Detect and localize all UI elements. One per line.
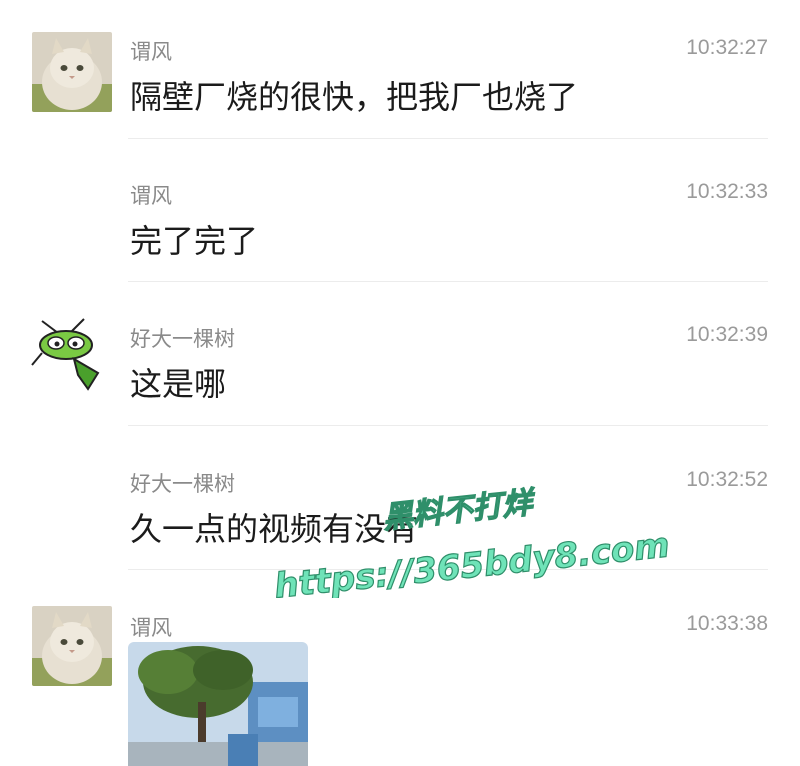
message-time: 10:32:33 <box>686 180 768 203</box>
cat-avatar-icon[interactable] <box>32 606 112 686</box>
chat-message: 谓风 10:33:38 <box>0 570 800 766</box>
message-text[interactable]: 隔壁厂烧的很快，把我厂也烧了 <box>130 72 578 118</box>
sender-name: 谓风 <box>130 40 172 64</box>
divider <box>128 281 768 282</box>
message-text[interactable]: 久一点的视频有没有 <box>130 504 418 550</box>
message-text[interactable]: 完了完了 <box>130 216 258 262</box>
message-time: 10:32:27 <box>686 36 768 59</box>
chat-message: 好大一棵树 10:32:52 久一点的视频有没有 <box>0 426 800 570</box>
message-time: 10:32:52 <box>686 468 768 491</box>
sender-name: 好大一棵树 <box>130 327 235 351</box>
message-time: 10:32:39 <box>686 323 768 346</box>
sender-name: 谓风 <box>130 184 172 208</box>
mantis-avatar-icon[interactable] <box>28 313 108 393</box>
divider <box>128 138 768 139</box>
message-text[interactable]: 这是哪 <box>130 359 226 405</box>
sender-name: 谓风 <box>130 616 172 640</box>
photo-thumbnail[interactable] <box>128 642 308 766</box>
cat-avatar-icon[interactable] <box>32 32 112 112</box>
chat-message: 谓风 10:32:33 完了完了 <box>0 140 800 282</box>
message-time: 10:33:38 <box>686 612 768 635</box>
chat-message: 谓风 10:32:27 隔壁厂烧的很快，把我厂也烧了 <box>0 0 800 140</box>
sender-name: 好大一棵树 <box>130 472 235 496</box>
chat-message: 好大一棵树 10:32:39 这是哪 <box>0 283 800 426</box>
